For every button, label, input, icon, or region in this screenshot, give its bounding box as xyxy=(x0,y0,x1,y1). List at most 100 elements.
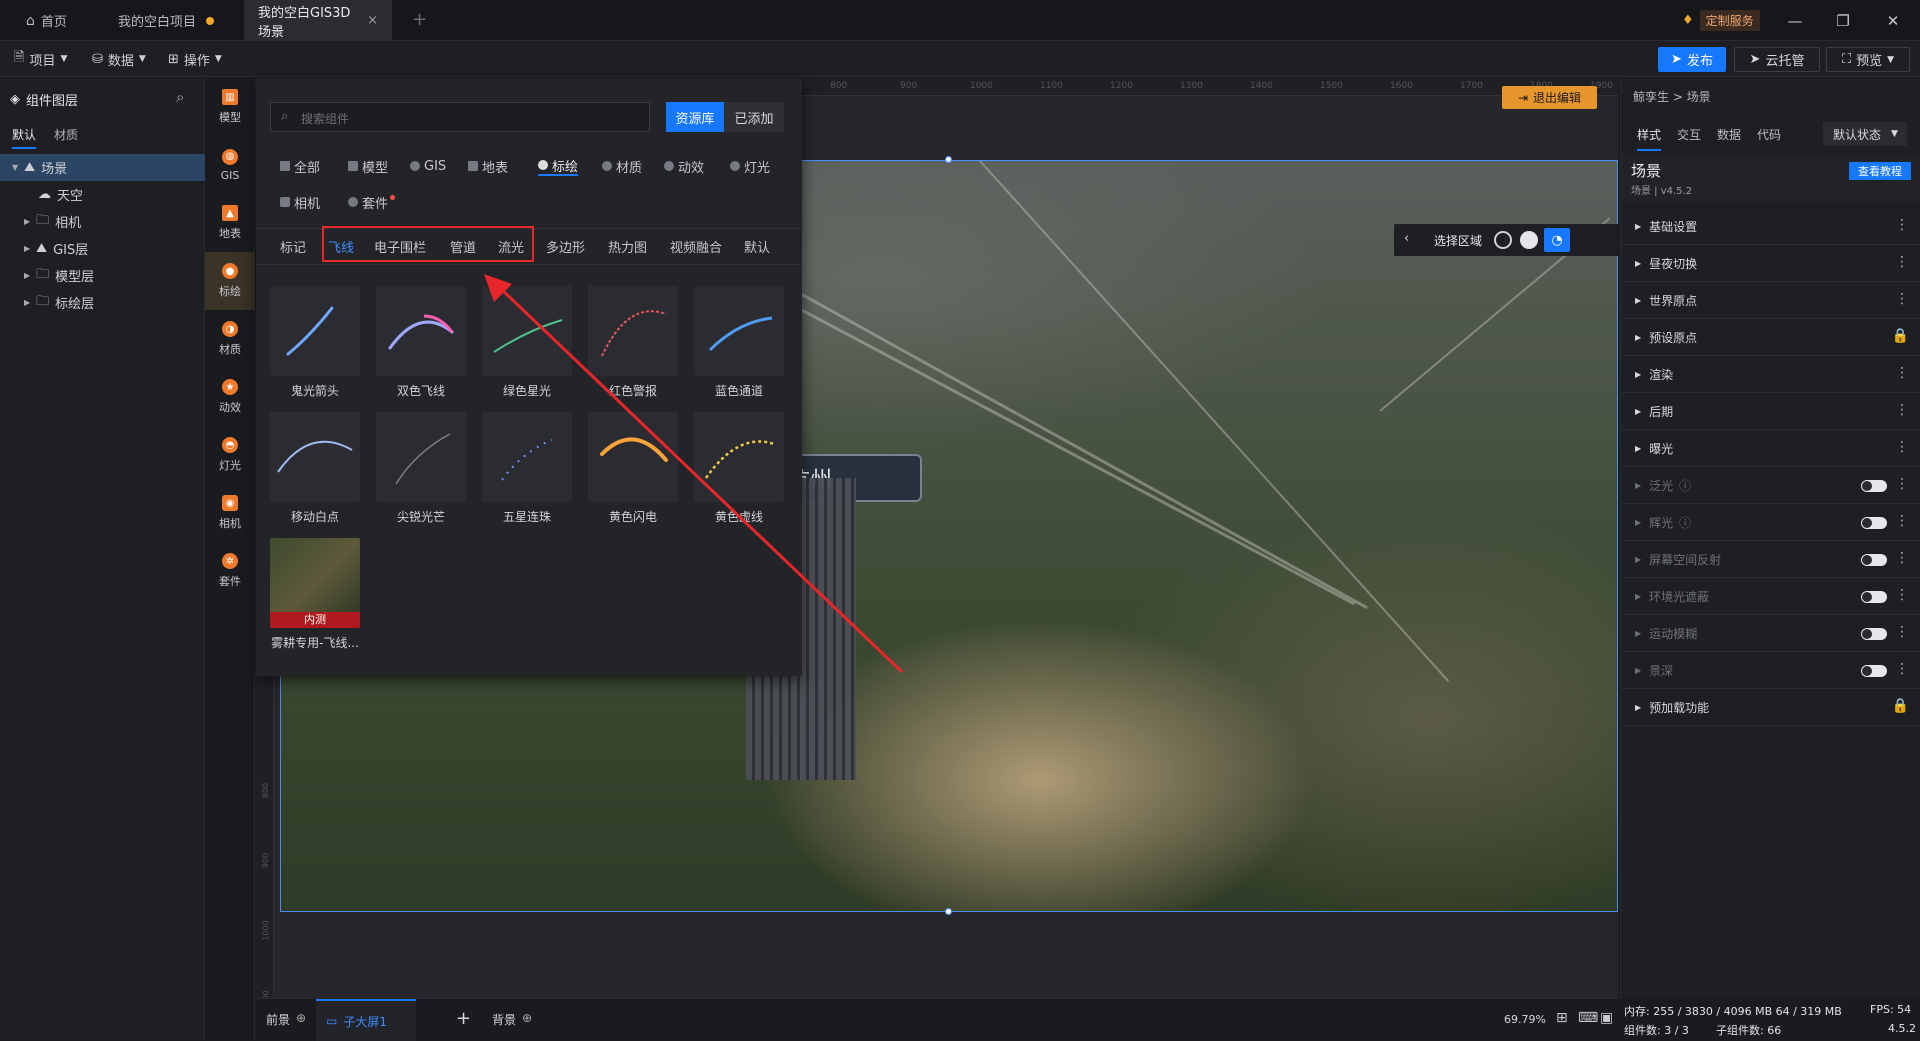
tab-scene[interactable]: 我的空白GIS3D场景 × xyxy=(244,0,392,41)
category-light[interactable]: 灯光 xyxy=(730,156,770,176)
add-tab-icon[interactable]: + xyxy=(412,9,427,30)
custom-service-button[interactable]: ♦ 定制服务 xyxy=(1682,10,1760,31)
tab-subscreen[interactable]: ▭ 子大屏1 xyxy=(316,999,416,1041)
category-all[interactable]: 全部 xyxy=(280,156,320,176)
iconbar-kit[interactable]: ✲ 套件 xyxy=(205,542,255,600)
motion-blur-toggle[interactable] xyxy=(1861,628,1887,640)
dof-toggle[interactable] xyxy=(1861,665,1887,677)
cloud-host-button[interactable]: ➤ 云托管 xyxy=(1734,47,1820,72)
search-icon[interactable]: ⌕ xyxy=(176,88,184,106)
layer-tab-default[interactable]: 默认 xyxy=(12,126,37,149)
resize-handle[interactable] xyxy=(945,156,952,163)
tab-project[interactable]: 我的空白项目 xyxy=(104,0,228,41)
publish-button[interactable]: ➤ 发布 xyxy=(1658,47,1726,72)
tree-item-plot[interactable]: ▶ 🗀 标绘层 xyxy=(0,289,205,316)
search-input[interactable]: ⌕ 搜索组件 xyxy=(270,102,650,132)
bloom-toggle[interactable] xyxy=(1861,480,1887,492)
chevron-right-icon[interactable]: ▶ xyxy=(24,217,30,226)
category-effect[interactable]: 动效 xyxy=(664,156,704,176)
more-icon[interactable]: ⋮ xyxy=(1895,402,1909,418)
subtab-video-fusion[interactable]: 视频融合 xyxy=(670,237,722,257)
added-button[interactable]: 已添加 xyxy=(724,102,784,132)
asset-card[interactable]: 尖锐光芒 xyxy=(376,412,466,525)
more-icon[interactable]: ⋮ xyxy=(1895,365,1909,381)
chevron-right-icon[interactable]: ▶ xyxy=(24,244,30,253)
tree-item-model[interactable]: ▶ 🗀 模型层 xyxy=(0,262,205,289)
section-dof[interactable]: ▶ 景深 ⋮ xyxy=(1621,652,1920,689)
menu-project[interactable]: 🗎 项目 ▼ xyxy=(14,41,67,77)
more-icon[interactable]: ⋮ xyxy=(1895,661,1909,677)
select-region-button[interactable]: 选择区域 xyxy=(1434,232,1482,249)
more-icon[interactable]: ⋮ xyxy=(1895,254,1909,270)
chevron-down-icon[interactable]: ▼ xyxy=(12,163,18,172)
section-exposure[interactable]: ▶ 曝光 ⋮ xyxy=(1621,430,1920,467)
section-post[interactable]: ▶ 后期 ⋮ xyxy=(1621,393,1920,430)
tab-style[interactable]: 样式 xyxy=(1637,126,1662,151)
terminal-icon[interactable]: ▣ xyxy=(1600,1010,1613,1026)
tree-item-scene[interactable]: ▼ ⛰ 场景 xyxy=(0,154,205,181)
iconbar-material[interactable]: ◑ 材质 xyxy=(205,310,255,368)
iconbar-camera[interactable]: ◉ 相机 xyxy=(205,484,255,542)
add-screen-icon[interactable]: + xyxy=(456,1008,471,1029)
menu-data[interactable]: ⛁ 数据 ▼ xyxy=(92,41,146,77)
asset-card[interactable]: 鬼光箭头 xyxy=(270,286,360,399)
section-glow[interactable]: ▶ 辉光 ⓘ ⋮ xyxy=(1621,504,1920,541)
tree-item-sky[interactable]: ☁ 天空 xyxy=(0,181,205,208)
section-ssr[interactable]: ▶ 屏幕空间反射 ⋮ xyxy=(1621,541,1920,578)
clock-view-icon[interactable]: ◔ xyxy=(1544,228,1570,252)
category-plot[interactable]: 标绘 xyxy=(538,156,579,176)
zoom-level[interactable]: 69.79% xyxy=(1504,1013,1546,1026)
ssr-toggle[interactable] xyxy=(1861,554,1887,566)
section-render[interactable]: ▶ 渲染 ⋮ xyxy=(1621,356,1920,393)
more-icon[interactable]: ⋮ xyxy=(1895,624,1909,640)
add-circle-icon[interactable]: ⊕ xyxy=(296,1011,306,1028)
tab-background[interactable]: 背景 ⊕ xyxy=(492,1011,532,1028)
ao-toggle[interactable] xyxy=(1861,591,1887,603)
asset-card[interactable]: 移动白点 xyxy=(270,412,360,525)
tab-data[interactable]: 数据 xyxy=(1717,126,1741,143)
preview-button[interactable]: ⛶ 预览 ▼ xyxy=(1826,47,1910,72)
tree-item-gis[interactable]: ▶ ⛰ GIS层 xyxy=(0,235,205,262)
iconbar-model[interactable]: ▥ 模型 xyxy=(205,78,255,136)
more-icon[interactable]: ⋮ xyxy=(1895,513,1909,529)
chevron-right-icon[interactable]: ▶ xyxy=(24,298,30,307)
subtab-mark[interactable]: 标记 xyxy=(280,237,306,257)
category-model[interactable]: 模型 xyxy=(348,156,388,176)
globe-view-icon[interactable] xyxy=(1494,231,1512,249)
subtab-heatmap[interactable]: 热力图 xyxy=(608,237,647,257)
asset-card[interactable]: 双色飞线 xyxy=(376,286,466,399)
tab-code[interactable]: 代码 xyxy=(1757,126,1781,143)
more-icon[interactable]: ⋮ xyxy=(1895,476,1909,492)
chevron-left-icon[interactable]: ‹ xyxy=(1404,231,1409,246)
keyboard-icon[interactable]: ⌨ xyxy=(1578,1010,1598,1026)
section-bloom[interactable]: ▶ 泛光 ⓘ ⋮ xyxy=(1621,467,1920,504)
add-circle-icon[interactable]: ⊕ xyxy=(522,1011,532,1028)
section-world-origin[interactable]: ▶ 世界原点 ⋮ xyxy=(1621,282,1920,319)
category-material[interactable]: 材质 xyxy=(602,156,642,176)
tab-home[interactable]: ⌂ 首页 xyxy=(12,0,81,41)
glow-toggle[interactable] xyxy=(1861,517,1887,529)
tab-interaction[interactable]: 交互 xyxy=(1677,126,1701,143)
iconbar-plot[interactable]: ● 标绘 xyxy=(205,252,255,310)
state-select[interactable]: 默认状态 ▼ xyxy=(1823,122,1907,146)
category-surface[interactable]: 地表 xyxy=(468,156,508,176)
category-gis[interactable]: GIS xyxy=(410,156,446,176)
tutorial-button[interactable]: 查看教程 xyxy=(1849,162,1911,180)
section-motion-blur[interactable]: ▶ 运动模糊 ⋮ xyxy=(1621,615,1920,652)
section-daynight[interactable]: ▶ 昼夜切换 ⋮ xyxy=(1621,245,1920,282)
menu-operate[interactable]: ⊞ 操作 ▼ xyxy=(168,41,222,77)
more-icon[interactable]: ⋮ xyxy=(1895,217,1909,233)
close-icon[interactable]: × xyxy=(367,13,378,28)
section-preload[interactable]: ▶ 预加载功能 🔒 xyxy=(1621,689,1920,726)
asset-card[interactable]: 内测 雾耕专用-飞线... xyxy=(270,538,360,651)
more-icon[interactable]: ⋮ xyxy=(1895,550,1909,566)
resize-handle[interactable] xyxy=(945,908,952,915)
exit-edit-button[interactable]: ⇥ 退出编辑 xyxy=(1502,86,1597,109)
iconbar-effect[interactable]: ★ 动效 xyxy=(205,368,255,426)
close-window-icon[interactable]: ✕ xyxy=(1870,0,1916,41)
category-kit[interactable]: 套件 xyxy=(348,192,396,212)
more-icon[interactable]: ⋮ xyxy=(1895,587,1909,603)
minimize-icon[interactable]: — xyxy=(1772,0,1818,41)
more-icon[interactable]: ⋮ xyxy=(1895,291,1909,307)
chevron-right-icon[interactable]: ▶ xyxy=(24,271,30,280)
